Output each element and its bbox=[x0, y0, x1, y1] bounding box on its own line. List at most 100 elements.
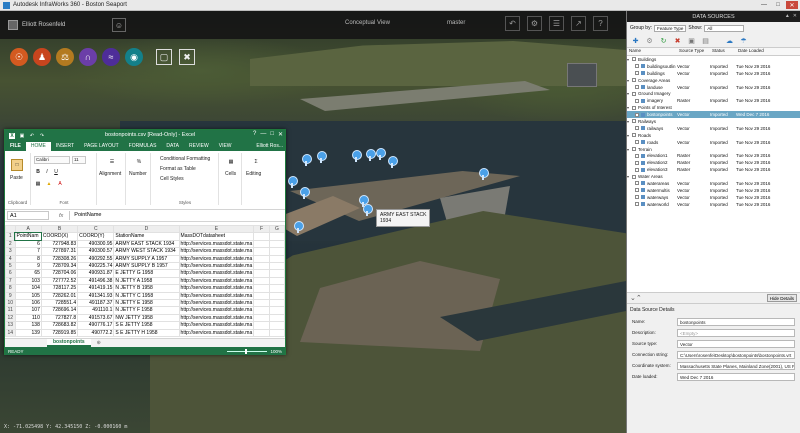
cell[interactable]: 728262.01 bbox=[40, 291, 79, 301]
tree-item[interactable]: elevation1 Raster Imported Tue Nov 29 2016 bbox=[627, 152, 800, 159]
cell[interactable]: http://services.massdot.state.ma bbox=[178, 284, 255, 293]
cell[interactable]: http://services.massdot.state.ma bbox=[178, 247, 255, 256]
cell[interactable]: N JETTY A 1958 bbox=[113, 276, 180, 286]
cell[interactable] bbox=[268, 291, 285, 301]
cell[interactable] bbox=[268, 247, 285, 256]
excel-close-button[interactable]: ✕ bbox=[278, 131, 283, 138]
column-header[interactable]: D bbox=[113, 225, 180, 234]
drainage-icon[interactable]: ≈ bbox=[102, 48, 120, 66]
column-header[interactable]: B bbox=[40, 225, 79, 234]
sheet-table[interactable]: A B C D E F G 1 PointNam COORD(X) COORD(Y) S… bbox=[5, 225, 285, 338]
tree-item[interactable]: waterworld Vector Imported Tue Nov 29 2016 bbox=[627, 201, 800, 208]
row-header[interactable]: 10 bbox=[5, 299, 16, 308]
cell[interactable]: 728704.06 bbox=[40, 269, 79, 278]
cell[interactable]: 6 bbox=[14, 239, 42, 249]
row-header[interactable]: 1 bbox=[5, 232, 16, 241]
column-header[interactable]: F bbox=[253, 225, 270, 234]
panel-close-icon[interactable]: ✕ bbox=[793, 13, 797, 19]
cell[interactable] bbox=[253, 232, 270, 241]
tab-review[interactable]: REVIEW bbox=[184, 142, 214, 151]
excel-maximize-button[interactable]: □ bbox=[270, 131, 274, 138]
tree-item[interactable]: buildingsoutlin Vector Imported Tue Nov 29 … bbox=[627, 63, 800, 70]
border-icon[interactable]: ▦ bbox=[34, 180, 42, 188]
visibility-checkbox[interactable] bbox=[632, 105, 636, 110]
cell[interactable]: ARMY EAST STACK 1934 bbox=[113, 239, 180, 249]
cell[interactable]: 7 bbox=[14, 247, 42, 256]
cell[interactable]: http://services.massdot.state.ma bbox=[178, 306, 255, 315]
cell[interactable]: 728683.82 bbox=[40, 321, 79, 330]
cell[interactable] bbox=[253, 239, 270, 249]
tree-group[interactable]: ▾ Terrain bbox=[627, 146, 800, 153]
maximize-button[interactable]: □ bbox=[772, 1, 784, 9]
paste-button[interactable]: Paste bbox=[10, 175, 23, 181]
nav-cube[interactable] bbox=[567, 63, 597, 87]
excel-help-button[interactable]: ? bbox=[253, 131, 256, 138]
cell[interactable] bbox=[268, 269, 285, 278]
cell[interactable]: 727827.8 bbox=[40, 313, 79, 323]
tab-page-layout[interactable]: PAGE LAYOUT bbox=[79, 142, 124, 151]
row-header[interactable]: 2 bbox=[5, 239, 16, 249]
cell[interactable]: 110 bbox=[14, 313, 42, 323]
row-header[interactable]: 4 bbox=[5, 254, 16, 264]
column-header[interactable]: C bbox=[77, 225, 115, 234]
cell[interactable]: http://services.massdot.state.ma bbox=[178, 276, 255, 286]
row-header[interactable]: 14 bbox=[5, 328, 16, 338]
cell[interactable]: http://services.massdot.state.ma bbox=[178, 269, 255, 278]
tree-item[interactable]: elevation3 Raster Imported Tue Nov 29 2016 bbox=[627, 166, 800, 173]
row-header[interactable]: 7 bbox=[5, 276, 16, 286]
cell[interactable]: 727772.52 bbox=[40, 276, 79, 286]
cell[interactable] bbox=[268, 254, 285, 264]
zoom-slider[interactable] bbox=[227, 348, 268, 354]
col-status[interactable]: Status bbox=[710, 48, 736, 55]
cell[interactable]: 105 bbox=[14, 291, 42, 301]
cell[interactable] bbox=[268, 239, 285, 249]
spreadsheet-grid[interactable]: A B C D E F G 1 PointNam COORD(X) COORD(Y) S… bbox=[5, 225, 285, 338]
remove-icon[interactable]: ✖ bbox=[673, 36, 682, 45]
row-header[interactable]: 13 bbox=[5, 321, 16, 330]
visibility-checkbox[interactable] bbox=[635, 160, 639, 165]
visibility-checkbox[interactable] bbox=[635, 98, 639, 103]
cell[interactable] bbox=[268, 232, 285, 241]
group-by-select[interactable]: Feature Type bbox=[653, 24, 687, 32]
poi-pin[interactable] bbox=[479, 168, 489, 180]
name-box[interactable]: A1 bbox=[7, 211, 49, 220]
add-source-icon[interactable]: ✚ bbox=[631, 36, 640, 45]
expand-icon[interactable]: ▾ bbox=[627, 91, 631, 96]
tree-item[interactable]: railways Vector Imported Tue Nov 29 2016 bbox=[627, 125, 800, 132]
column-header[interactable]: A bbox=[14, 225, 42, 234]
export-icon[interactable]: ▣ bbox=[687, 36, 696, 45]
account-icon[interactable]: ☺ bbox=[112, 18, 126, 32]
cell[interactable] bbox=[253, 328, 270, 338]
poi-pin[interactable] bbox=[288, 176, 298, 188]
cell[interactable]: StationName bbox=[113, 232, 180, 241]
tree-item[interactable]: landuse Vector Imported Tue Nov 29 2016 bbox=[627, 84, 800, 91]
share-icon[interactable]: ↗ bbox=[571, 16, 586, 31]
cell[interactable] bbox=[268, 299, 285, 308]
compass-icon[interactable]: ☉ bbox=[10, 48, 28, 66]
detail-value-field[interactable]: Massachusetts State Planes, Mainland Zon… bbox=[677, 361, 795, 370]
paste-icon[interactable]: □ bbox=[11, 159, 23, 171]
cell[interactable] bbox=[268, 284, 285, 293]
font-size-select[interactable]: 11 bbox=[72, 156, 86, 164]
hide-details-button[interactable]: Hide Details bbox=[766, 294, 797, 302]
poi-pin[interactable] bbox=[294, 221, 304, 233]
cell[interactable]: ARMY SUPPLY A 1957 bbox=[113, 254, 180, 264]
alignment-button[interactable]: Alignment bbox=[99, 171, 121, 177]
poi-pin[interactable] bbox=[388, 156, 398, 168]
cell[interactable]: 490300.95 bbox=[77, 239, 115, 249]
cell[interactable] bbox=[253, 291, 270, 301]
row-header[interactable]: 9 bbox=[5, 291, 16, 301]
tree-item[interactable]: imagery Raster Imported Tue Nov 29 2016 bbox=[627, 97, 800, 104]
cell[interactable]: S E JETTY 1958 bbox=[113, 321, 180, 330]
expand-icon[interactable]: ▾ bbox=[627, 133, 631, 138]
visibility-checkbox[interactable] bbox=[635, 195, 639, 200]
collapse-chevron-icon[interactable]: ⌄⌃ bbox=[630, 294, 642, 302]
cell[interactable]: 728709.34 bbox=[40, 262, 79, 271]
cell[interactable]: 490776.17 bbox=[77, 321, 115, 330]
cell[interactable]: 491419.15 bbox=[77, 284, 115, 293]
poi-pin[interactable] bbox=[352, 150, 362, 162]
column-header[interactable]: G bbox=[268, 225, 285, 234]
excel-user[interactable]: Elliott Ros... bbox=[251, 142, 285, 151]
cell[interactable] bbox=[253, 269, 270, 278]
cell[interactable]: http://services.massdot.state.ma bbox=[178, 254, 255, 264]
